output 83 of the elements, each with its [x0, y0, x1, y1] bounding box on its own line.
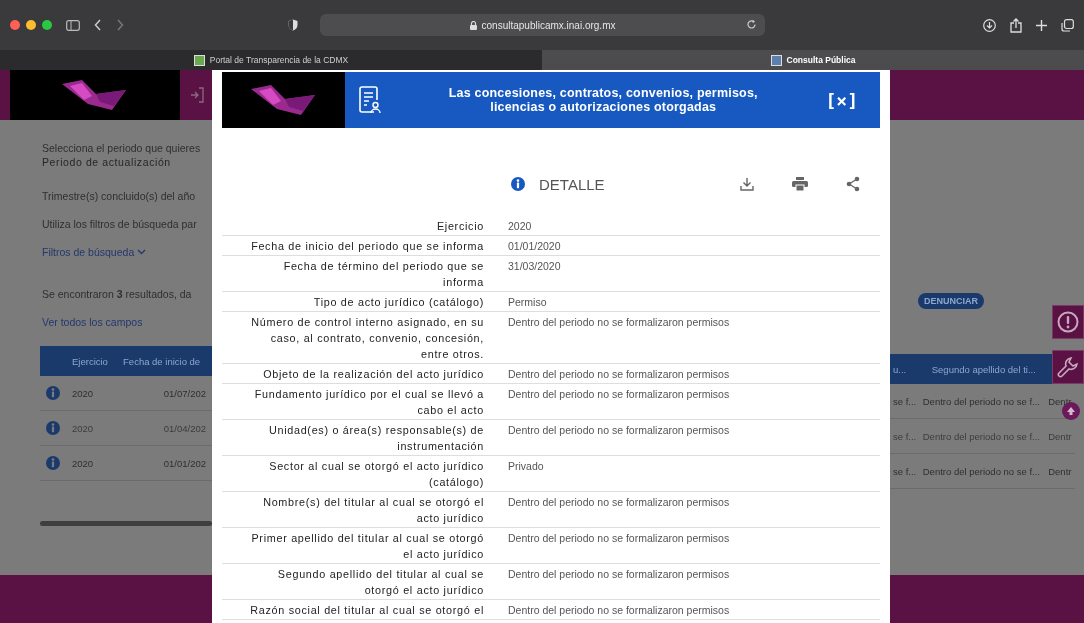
alert-icon: [1057, 311, 1079, 333]
filters-hint: Utiliza los filtros de búsqueda par: [42, 218, 198, 230]
window-controls[interactable]: [10, 20, 52, 30]
table-header-cell[interactable]: Segundo apellido del ti...: [919, 354, 1046, 384]
table-cell: Dentr: [1045, 453, 1075, 489]
share-icon[interactable]: [846, 176, 860, 192]
field-value: 01/01/2020: [507, 239, 561, 254]
field-value: Privado: [507, 459, 544, 474]
field-label: Razón social del titular al cual se otorgó el: [249, 603, 485, 618]
period-label: Periodo de actualización: [42, 156, 172, 168]
sidebar-icon[interactable]: [66, 19, 80, 31]
info-icon[interactable]: [46, 386, 60, 400]
table-cell: 2020: [66, 410, 118, 446]
info-icon[interactable]: [511, 177, 525, 191]
table-cell: Dentro del periodo no se f...: [919, 453, 1046, 489]
field-value: Dentro del periodo no se formalizaron permisos: [507, 603, 730, 618]
info-icon[interactable]: [46, 421, 60, 435]
wrench-icon: [1057, 356, 1079, 378]
table-header-cell[interactable]: u...: [890, 354, 920, 384]
alert-button[interactable]: [1052, 305, 1084, 339]
close-button[interactable]: [×]: [825, 89, 858, 111]
plus-icon[interactable]: [1036, 19, 1047, 31]
field-label: Objeto de la realización del acto jurídico: [262, 367, 485, 382]
browser-tab[interactable]: Consulta Pública: [542, 50, 1084, 70]
field-label: Fundamento jurídico por el cual se llevó a cabo el acto: [253, 387, 485, 418]
field-label: Fecha de término del periodo que se informa: [282, 259, 485, 290]
table-header-cell[interactable]: Fecha de inicio de: [117, 346, 212, 376]
field-label: Número de control interno asignado, en su caso, al contrato, convenio, concesión, entre otros.: [250, 315, 485, 362]
report-button[interactable]: DENUNCIAR: [918, 293, 984, 309]
field-label: Tipo de acto jurídico (catálogo): [312, 295, 485, 310]
favicon-icon: [193, 54, 205, 66]
lock-icon: [469, 20, 477, 30]
section-title: DETALLE: [539, 175, 605, 193]
intro-text: Selecciona el periodo que quieres: [42, 142, 202, 154]
print-icon[interactable]: [792, 177, 808, 191]
table-header-cell[interactable]: Ejercicio: [66, 346, 118, 376]
field-value: 31/03/2020: [507, 259, 561, 274]
up-arrow-icon: [1066, 406, 1076, 416]
field-value: Dentro del periodo no se formalizaron permisos: [507, 495, 730, 510]
field-label: Primer apellido del titular al cual se otorgó el acto jurídico: [250, 531, 485, 562]
chevron-down-icon: [137, 249, 147, 255]
field-value: Dentro del periodo no se formalizaron permisos: [507, 315, 730, 330]
filters-link[interactable]: Filtros de búsqueda: [42, 246, 212, 258]
table-cell: 2020: [66, 445, 118, 481]
table-cell: Dentro del periodo no se f...: [919, 384, 1046, 419]
favicon-icon: [770, 54, 782, 66]
field-value: Permiso: [507, 295, 547, 310]
field-value: Dentro del periodo no se formalizaron permisos: [507, 387, 730, 402]
field-label: Ejercicio: [435, 219, 485, 234]
shield-icon[interactable]: [288, 19, 298, 31]
browser-tab[interactable]: Portal de Transparencia de la CDMX: [0, 50, 542, 70]
dialog-title: Las concesiones, contratos, convenios, permisos, licencias o autorizaciones otorgadas: [447, 86, 759, 114]
info-icon[interactable]: [46, 456, 60, 470]
field-label: Segundo apellido del titular al cual se otorgó el acto jurídico: [276, 567, 485, 598]
all-fields-link[interactable]: Ver todos los campos: [42, 316, 212, 328]
tabs-icon[interactable]: [1061, 18, 1074, 32]
back-icon[interactable]: [94, 19, 102, 31]
field-label: Sector al cual se otorgó el acto jurídico (catálogo): [268, 459, 485, 490]
share-icon[interactable]: [1010, 17, 1022, 33]
table-cell: se f...: [890, 453, 920, 489]
field-value: 2020: [507, 219, 532, 234]
field-value: Dentro del periodo no se formalizaron permisos: [507, 423, 730, 438]
logo-icon: [250, 85, 317, 115]
scrollbar[interactable]: [40, 521, 212, 526]
table-cell: 2020: [66, 376, 118, 411]
table-header-cell: [40, 346, 66, 376]
address-bar[interactable]: consultapublicamx.inai.org.mx: [320, 14, 765, 36]
document-user-icon: [359, 86, 381, 114]
field-label: Fecha de inicio del periodo que se informa: [250, 239, 485, 254]
table-cell: se f...: [890, 384, 920, 419]
results-text: Se encontraron 3 resultados, da: [42, 288, 193, 300]
field-value: Dentro del periodo no se formalizaron permisos: [507, 567, 730, 582]
reload-icon[interactable]: [746, 19, 757, 30]
logo-icon: [62, 80, 128, 110]
field-label: Unidad(es) o área(s) responsable(s) de instrumentación: [267, 423, 485, 454]
tools-button[interactable]: [1052, 350, 1084, 384]
quarters-text: Trimestre(s) concluido(s) del año: [42, 190, 197, 202]
field-value: Dentro del periodo no se formalizaron permisos: [507, 367, 730, 382]
login-arrow-icon[interactable]: [190, 87, 204, 103]
forward-icon[interactable]: [116, 19, 124, 31]
field-label: Nombre(s) del titular al cual se otorgó el acto jurídico: [262, 495, 485, 526]
field-value: Dentro del periodo no se formalizaron permisos: [507, 531, 730, 546]
download-icon[interactable]: [740, 177, 754, 191]
